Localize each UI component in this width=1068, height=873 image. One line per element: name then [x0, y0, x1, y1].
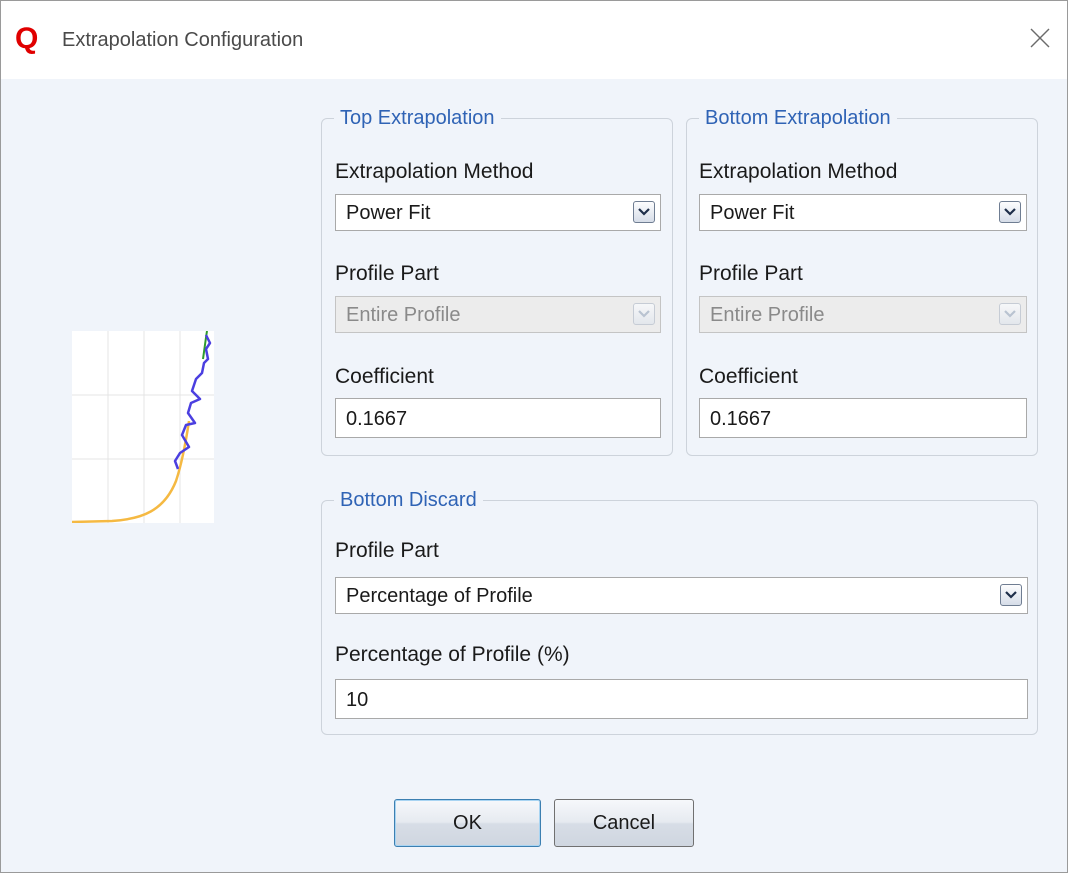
- top-coefficient-value: 0.1667: [346, 408, 408, 430]
- top-profile-part-value: Entire Profile: [346, 304, 461, 326]
- discard-profile-part-dropdown[interactable]: Percentage of Profile: [335, 577, 1028, 614]
- cancel-button[interactable]: Cancel: [554, 799, 694, 847]
- extrapolation-dialog: Q Extrapolation Configuration Top Extrap: [0, 0, 1068, 873]
- bottom-method-label: Extrapolation Method: [699, 160, 898, 183]
- top-method-dropdown[interactable]: Power Fit: [335, 194, 661, 231]
- bottom-profile-part-value: Entire Profile: [710, 304, 825, 326]
- close-icon: [1030, 28, 1050, 48]
- app-logo: Q: [15, 22, 39, 55]
- ok-button[interactable]: OK: [394, 799, 541, 847]
- bottom-discard-legend: Bottom Discard: [334, 489, 483, 511]
- bottom-method-value: Power Fit: [710, 202, 795, 224]
- top-extrapolation-legend: Top Extrapolation: [334, 107, 501, 129]
- bottom-discard-group: Bottom Discard Profile Part Percentage o…: [321, 489, 1038, 735]
- window-title: Extrapolation Configuration: [62, 29, 304, 51]
- top-coefficient-input[interactable]: 0.1667: [335, 398, 661, 438]
- top-method-label: Extrapolation Method: [335, 160, 534, 183]
- bottom-profile-part-dropdown[interactable]: Entire Profile: [699, 296, 1027, 333]
- chevron-down-icon: [1000, 584, 1022, 606]
- top-extrapolation-group: Top Extrapolation Extrapolation Method P…: [321, 107, 673, 456]
- top-profile-part-dropdown[interactable]: Entire Profile: [335, 296, 661, 333]
- top-profile-part-label: Profile Part: [335, 262, 439, 285]
- discard-percentage-label: Percentage of Profile (%): [335, 643, 570, 666]
- discard-profile-part-label: Profile Part: [335, 539, 439, 562]
- extrapolation-preview-plot: [71, 330, 214, 524]
- title-bar: Q Extrapolation Configuration: [1, 1, 1067, 79]
- top-coefficient-label: Coefficient: [335, 365, 434, 388]
- bottom-coefficient-value: 0.1667: [710, 408, 772, 430]
- fit-curve: [71, 420, 191, 524]
- discard-percentage-value: 10: [346, 689, 369, 711]
- chevron-down-icon: [999, 201, 1021, 223]
- close-button[interactable]: [1027, 25, 1053, 51]
- discard-percentage-input[interactable]: 10: [335, 679, 1028, 719]
- bottom-profile-part-label: Profile Part: [699, 262, 803, 285]
- chevron-down-icon: [999, 303, 1021, 325]
- chevron-down-icon: [633, 303, 655, 325]
- bottom-method-dropdown[interactable]: Power Fit: [699, 194, 1027, 231]
- discard-profile-part-value: Percentage of Profile: [346, 585, 533, 607]
- bottom-coefficient-label: Coefficient: [699, 365, 798, 388]
- top-method-value: Power Fit: [346, 202, 431, 224]
- bottom-extrapolation-group: Bottom Extrapolation Extrapolation Metho…: [686, 107, 1038, 456]
- bottom-extrapolation-legend: Bottom Extrapolation: [699, 107, 897, 129]
- chevron-down-icon: [633, 201, 655, 223]
- bottom-coefficient-input[interactable]: 0.1667: [699, 398, 1027, 438]
